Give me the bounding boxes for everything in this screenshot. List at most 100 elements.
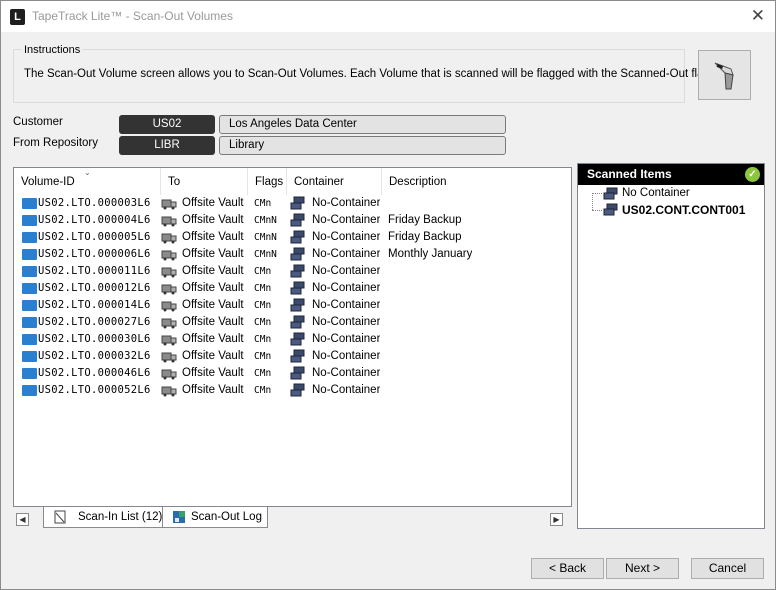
to-cell: Offsite Vault	[182, 316, 244, 328]
to-cell: Offsite Vault	[182, 350, 244, 362]
table-row[interactable]: US02.LTO.000003L6 Offsite Vault CMn No-Cont…	[14, 195, 571, 212]
volume-id-cell: US02.LTO.000012L6	[38, 282, 151, 294]
container-cell: No-Container	[312, 384, 381, 396]
table-row[interactable]: US02.LTO.000005L6 Offsite Vault CMnN No-Con…	[14, 229, 571, 246]
tab-label: Scan-In List (12)	[78, 511, 163, 523]
close-icon[interactable]: ✕	[751, 6, 765, 26]
next-button[interactable]: Next >	[606, 558, 679, 579]
vault-truck-icon	[161, 369, 177, 380]
table-row[interactable]: US02.LTO.000014L6 Offsite Vault CMn No-Cont…	[14, 297, 571, 314]
vault-truck-icon	[161, 352, 177, 363]
to-cell: Offsite Vault	[182, 299, 244, 311]
to-cell: Offsite Vault	[182, 282, 244, 294]
document-icon	[54, 510, 66, 524]
scroll-right-icon[interactable]: ▶	[550, 513, 563, 526]
tree-connector	[592, 193, 593, 210]
column-label: Volume-ID	[21, 176, 75, 188]
log-icon	[173, 511, 185, 523]
flags-cell: CMn	[254, 368, 272, 379]
table-row[interactable]: US02.LTO.000027L6 Offsite Vault CMn No-Cont…	[14, 314, 571, 331]
table-row[interactable]: US02.LTO.000006L6 Offsite Vault CMnN No-Con…	[14, 246, 571, 263]
tape-volume-icon	[22, 266, 37, 277]
title-bar: L TapeTrack Lite™ - Scan-Out Volumes ✕	[1, 1, 775, 32]
volume-list[interactable]: ⌄ Volume-ID To Flags Container Descripti…	[13, 167, 572, 507]
tape-stack-icon	[290, 315, 305, 329]
flags-cell: CMn	[254, 266, 272, 277]
scanned-item[interactable]: No Container	[622, 187, 690, 199]
volume-id-cell: US02.LTO.000030L6	[38, 333, 151, 345]
container-cell: No-Container	[312, 265, 381, 277]
container-cell: No-Container	[312, 248, 381, 260]
column-header-flags[interactable]: Flags	[248, 168, 287, 195]
table-row[interactable]: US02.LTO.000046L6 Offsite Vault CMn No-Cont…	[14, 365, 571, 382]
tape-stack-icon	[290, 332, 305, 346]
vault-truck-icon	[161, 386, 177, 397]
repository-code: LIBR	[119, 136, 215, 155]
tape-stack-icon	[290, 383, 305, 397]
back-button[interactable]: < Back	[531, 558, 604, 579]
repository-label: From Repository	[13, 137, 98, 149]
tape-volume-icon	[22, 232, 37, 243]
table-row[interactable]: US02.LTO.000052L6 Offsite Vault CMn No-Cont…	[14, 382, 571, 399]
description-cell: Monthly January	[388, 248, 473, 260]
table-row[interactable]: US02.LTO.000004L6 Offsite Vault CMnN No-Con…	[14, 212, 571, 229]
scan-out-window: L TapeTrack Lite™ - Scan-Out Volumes ✕ I…	[0, 0, 776, 590]
flags-cell: CMn	[254, 198, 272, 209]
tape-stack-icon	[290, 298, 305, 312]
scanned-item[interactable]: US02.CONT.CONT001	[622, 203, 745, 217]
to-cell: Offsite Vault	[182, 231, 244, 243]
column-header-description[interactable]: Description	[382, 168, 571, 195]
vault-truck-icon	[161, 233, 177, 244]
volume-id-cell: US02.LTO.000005L6	[38, 231, 151, 243]
tape-volume-icon	[22, 368, 37, 379]
tape-volume-icon	[22, 283, 37, 294]
column-header-volume-id[interactable]: ⌄ Volume-ID	[14, 168, 161, 195]
window-title: TapeTrack Lite™ - Scan-Out Volumes	[32, 9, 233, 23]
to-cell: Offsite Vault	[182, 248, 244, 260]
container-cell: No-Container	[312, 299, 381, 311]
vault-truck-icon	[161, 318, 177, 329]
scroll-left-icon[interactable]: ◀	[16, 513, 29, 526]
tape-volume-icon	[22, 334, 37, 345]
volume-id-cell: US02.LTO.000052L6	[38, 384, 151, 396]
volume-id-cell: US02.LTO.000006L6	[38, 248, 151, 260]
volume-id-cell: US02.LTO.000046L6	[38, 367, 151, 379]
vault-truck-icon	[161, 284, 177, 295]
tab-scan-out-log[interactable]: Scan-Out Log	[163, 507, 268, 528]
table-row[interactable]: US02.LTO.000011L6 Offsite Vault CMn No-Cont…	[14, 263, 571, 280]
scanned-items-header: Scanned Items ✓	[578, 164, 764, 185]
table-row[interactable]: US02.LTO.000032L6 Offsite Vault CMn No-Cont…	[14, 348, 571, 365]
check-icon: ✓	[745, 167, 760, 182]
vault-truck-icon	[161, 267, 177, 278]
flags-cell: CMnN	[254, 232, 277, 243]
tape-stack-icon	[290, 264, 305, 278]
to-cell: Offsite Vault	[182, 197, 244, 209]
column-header-to[interactable]: To	[161, 168, 248, 195]
container-cell: No-Container	[312, 333, 381, 345]
volume-id-cell: US02.LTO.000014L6	[38, 299, 151, 311]
container-cell: No-Container	[312, 214, 381, 226]
volume-id-cell: US02.LTO.000032L6	[38, 350, 151, 362]
tree-connector	[592, 193, 602, 194]
container-cell: No-Container	[312, 231, 381, 243]
scanned-items-panel[interactable]: Scanned Items ✓ No Container US02.CONT.C…	[577, 163, 765, 529]
volume-id-cell: US02.LTO.000004L6	[38, 214, 151, 226]
table-row[interactable]: US02.LTO.000030L6 Offsite Vault CMn No-Cont…	[14, 331, 571, 348]
tape-stack-icon	[603, 203, 618, 216]
container-cell: No-Container	[312, 282, 381, 294]
flags-cell: CMn	[254, 300, 272, 311]
tape-stack-icon	[290, 230, 305, 244]
column-header-container[interactable]: Container	[287, 168, 382, 195]
volume-id-cell: US02.LTO.000011L6	[38, 265, 151, 277]
tape-volume-icon	[22, 215, 37, 226]
table-row[interactable]: US02.LTO.000012L6 Offsite Vault CMn No-Cont…	[14, 280, 571, 297]
container-cell: No-Container	[312, 316, 381, 328]
cancel-button[interactable]: Cancel	[691, 558, 764, 579]
flags-cell: CMn	[254, 385, 272, 396]
instructions-text: The Scan-Out Volume screen allows you to…	[24, 68, 714, 80]
tab-scan-in-list[interactable]: Scan-In List (12)	[43, 507, 163, 528]
tape-volume-icon	[22, 198, 37, 209]
barcode-scanner-button[interactable]	[698, 50, 751, 100]
customer-label: Customer	[13, 116, 63, 128]
container-cell: No-Container	[312, 367, 381, 379]
